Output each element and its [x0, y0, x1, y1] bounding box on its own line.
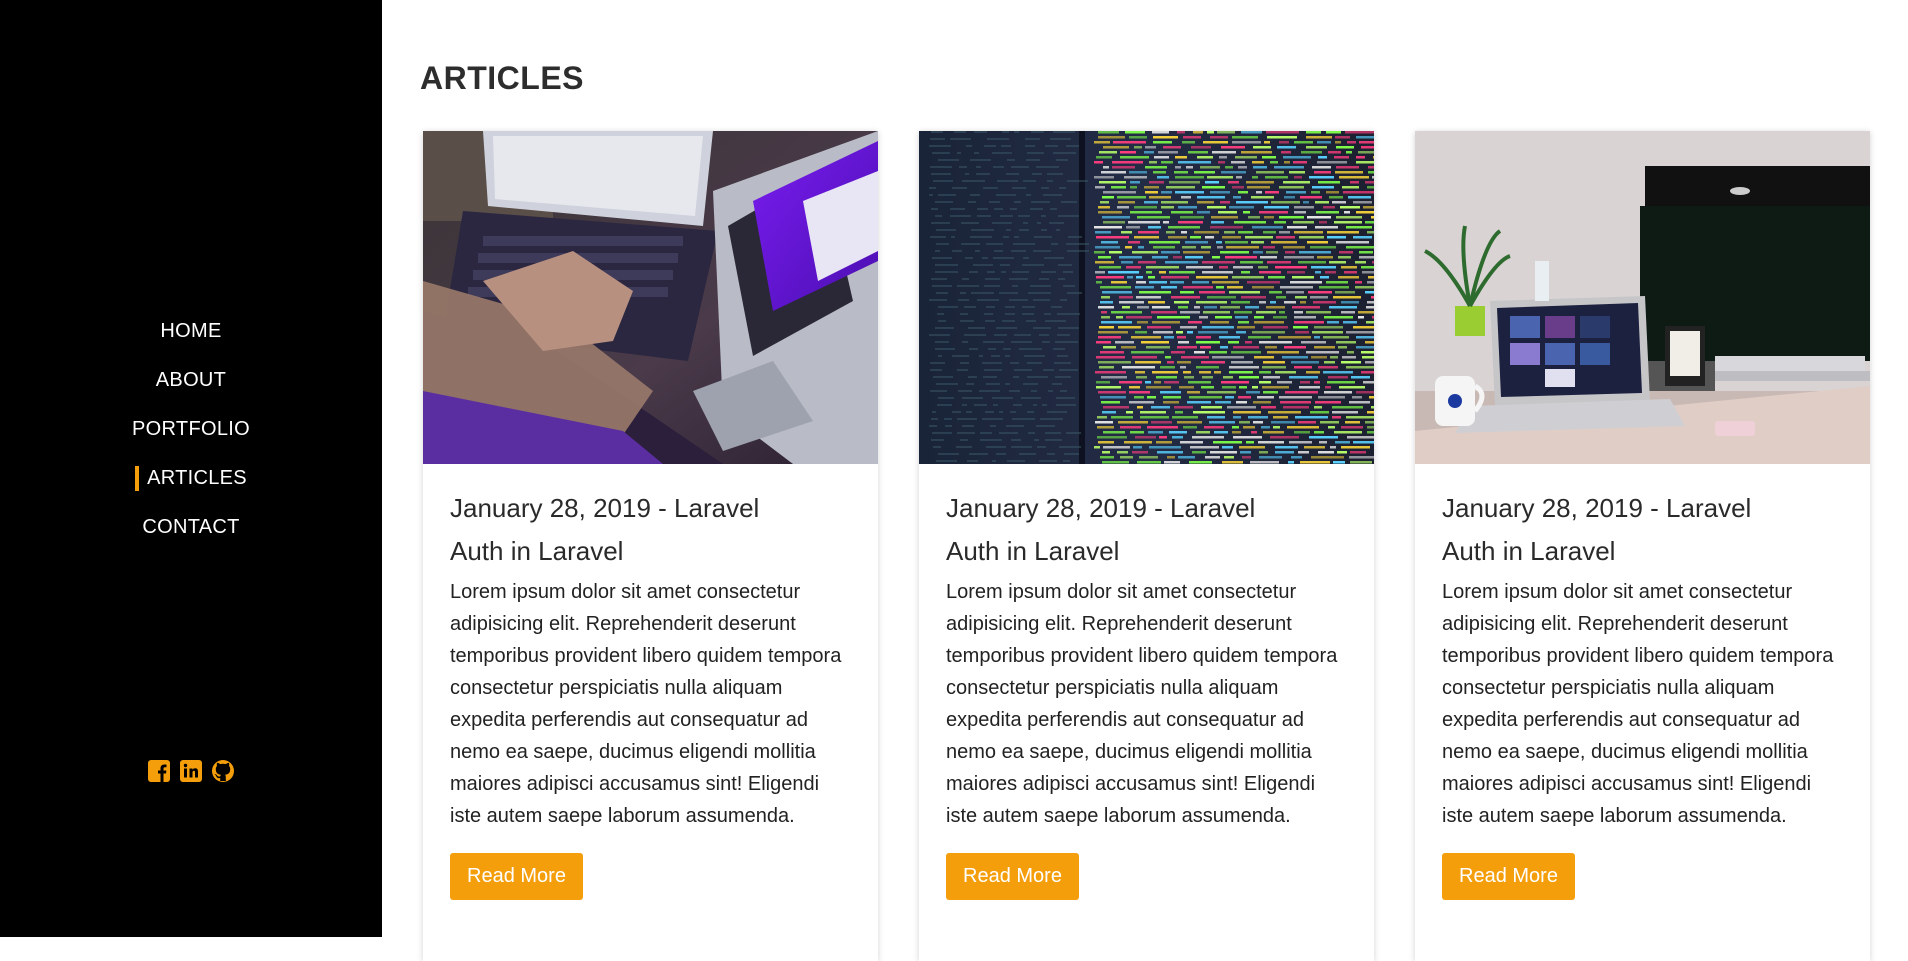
- article-title[interactable]: Auth in Laravel: [946, 535, 1347, 567]
- article-meta: January 28, 2019 - Laravel: [450, 493, 760, 523]
- main-nav: HOME ABOUT PORTFOLIO ARTICLES CONTACT: [0, 307, 382, 552]
- sidebar: HOME ABOUT PORTFOLIO ARTICLES CONTACT: [0, 0, 382, 937]
- read-more-button[interactable]: Read More: [1442, 853, 1575, 900]
- active-indicator: [135, 466, 140, 491]
- page-title: ARTICLES: [420, 60, 584, 96]
- nav-item-label: ABOUT: [155, 369, 227, 391]
- nav-item-label: HOME: [160, 320, 222, 342]
- article-excerpt: Lorem ipsum dolor sit amet consectetur a…: [946, 581, 1338, 827]
- main-content: ARTICLES January 28, 2019 - Laravel Auth…: [382, 0, 1908, 961]
- article-image: [919, 131, 1374, 464]
- article-body: January 28, 2019 - Laravel Auth in Larav…: [1415, 464, 1870, 900]
- social-links: [0, 758, 382, 784]
- article-meta: January 28, 2019 - Laravel: [1442, 493, 1752, 523]
- github-icon[interactable]: [210, 758, 236, 784]
- nav-item-articles[interactable]: ARTICLES: [0, 454, 382, 503]
- article-title[interactable]: Auth in Laravel: [450, 535, 851, 567]
- article-image: [423, 131, 878, 464]
- nav-item-label: CONTACT: [142, 516, 240, 538]
- read-more-button[interactable]: Read More: [450, 853, 583, 900]
- facebook-icon[interactable]: [146, 758, 172, 784]
- article-image: [1415, 131, 1870, 464]
- article-title[interactable]: Auth in Laravel: [1442, 535, 1843, 567]
- article-card: January 28, 2019 - Laravel Auth in Larav…: [1415, 131, 1870, 961]
- article-excerpt: Lorem ipsum dolor sit amet consectetur a…: [1442, 581, 1834, 827]
- nav-item-about[interactable]: ABOUT: [0, 356, 382, 405]
- read-more-button[interactable]: Read More: [946, 853, 1079, 900]
- article-meta: January 28, 2019 - Laravel: [946, 493, 1256, 523]
- linkedin-icon[interactable]: [178, 758, 204, 784]
- article-excerpt: Lorem ipsum dolor sit amet consectetur a…: [450, 581, 842, 827]
- nav-item-contact[interactable]: CONTACT: [0, 503, 382, 552]
- nav-item-label: ARTICLES: [147, 467, 247, 489]
- nav-item-home[interactable]: HOME: [0, 307, 382, 356]
- article-card: January 28, 2019 - Laravel Auth in Larav…: [919, 131, 1374, 961]
- article-body: January 28, 2019 - Laravel Auth in Larav…: [423, 464, 878, 900]
- article-body: January 28, 2019 - Laravel Auth in Larav…: [919, 464, 1374, 900]
- nav-item-label: PORTFOLIO: [132, 418, 250, 440]
- nav-item-portfolio[interactable]: PORTFOLIO: [0, 405, 382, 454]
- article-card: January 28, 2019 - Laravel Auth in Larav…: [423, 131, 878, 961]
